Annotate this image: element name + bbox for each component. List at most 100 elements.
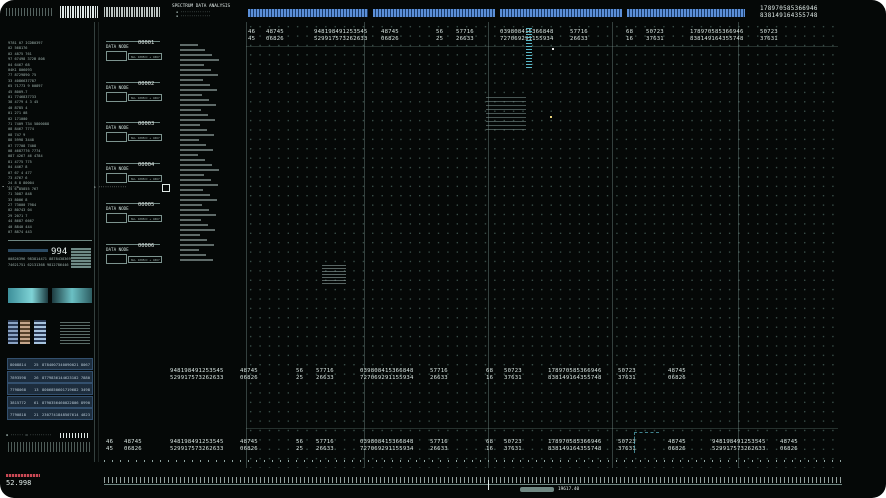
timeline-position: 19617.40 bbox=[558, 487, 580, 492]
status-strip bbox=[8, 249, 48, 252]
list-line: 71 3087 848 bbox=[8, 192, 32, 197]
node-box[interactable] bbox=[106, 172, 127, 183]
table-row[interactable]: 7790818 21 2307741848507614 4823 bbox=[7, 408, 93, 420]
node-box[interactable] bbox=[106, 91, 127, 102]
dot-grid bbox=[246, 22, 838, 468]
panel-divider bbox=[98, 22, 99, 462]
data-cell: 45 bbox=[248, 36, 256, 42]
list-line: 01 7746837733 bbox=[8, 95, 37, 99]
row-divider bbox=[246, 428, 838, 429]
detail-line bbox=[180, 159, 205, 161]
data-cell: 06826 bbox=[668, 375, 686, 381]
node-field[interactable]: NLL 1085CC + 4667 bbox=[128, 215, 162, 222]
node-box[interactable] bbox=[106, 253, 127, 264]
divider bbox=[8, 240, 92, 241]
data-cell: 06826 bbox=[381, 36, 399, 42]
detail-line bbox=[180, 244, 214, 246]
detail-line bbox=[180, 254, 206, 256]
list-line: 38 4779 4 3 45 bbox=[8, 100, 39, 105]
detail-line bbox=[180, 54, 212, 56]
node-field[interactable]: NLL 1085CC + 4667 bbox=[128, 53, 162, 60]
list-line: 40 8785 4 bbox=[8, 105, 28, 110]
data-cell: 48745 bbox=[240, 368, 258, 374]
node-box[interactable] bbox=[106, 132, 127, 142]
list-line: 07 67 4 477 bbox=[8, 170, 32, 175]
list-line: 04 6467 68 bbox=[8, 62, 30, 67]
node-field-text: NLL 1085CC + 4667 bbox=[131, 176, 160, 181]
node-number: 00005 bbox=[138, 202, 155, 208]
alert-bar bbox=[6, 474, 40, 477]
table-row[interactable]: 3815772 61 8790356460022806 8990 bbox=[7, 395, 93, 408]
node-box[interactable] bbox=[106, 51, 127, 61]
node-field[interactable]: NLL 1085CC + 4667 bbox=[128, 134, 162, 141]
data-cell: 529917573262633 bbox=[170, 446, 224, 452]
data-cell: 948198491253545 bbox=[170, 439, 224, 445]
row-code: 61 bbox=[34, 399, 39, 405]
row-code: 25 bbox=[34, 362, 39, 367]
data-cell: 48745 bbox=[266, 29, 284, 35]
node-number: 00006 bbox=[138, 242, 155, 249]
data-cell: 37631 bbox=[504, 446, 522, 452]
data-cell: 529917573262633 bbox=[712, 446, 766, 452]
playhead bbox=[488, 480, 489, 490]
node-label: DATA NODE bbox=[106, 125, 129, 130]
column-divider bbox=[364, 22, 365, 468]
list-line: 73 4767 6 bbox=[8, 176, 28, 180]
data-cell: 26633 bbox=[570, 36, 588, 42]
node-box[interactable] bbox=[106, 213, 127, 223]
table-row[interactable]: 7893598 26 8779836144623102 7880 bbox=[7, 370, 93, 383]
data-cell: 529917573262633 bbox=[170, 375, 224, 381]
table-row[interactable]: 8008814 25 8784007340090021 8067 bbox=[7, 358, 93, 370]
data-cell: 727069291155934 bbox=[360, 375, 414, 381]
list-line: 77 8729890 75 bbox=[8, 73, 37, 78]
data-cell: 838149164355748 bbox=[548, 375, 602, 381]
data-cell: 57716 bbox=[430, 368, 448, 374]
data-cell: 37631 bbox=[504, 375, 522, 381]
data-cell: 50723 bbox=[504, 439, 522, 445]
detail-line bbox=[180, 79, 203, 81]
row-value: 8779836144623102 7880 bbox=[42, 374, 91, 380]
list-line: 88 5998 3448 bbox=[8, 138, 34, 143]
list-line: 08 4687776 7774 bbox=[8, 149, 41, 153]
data-cell: 948198491253545 bbox=[170, 368, 224, 374]
node-label: DATA NODE bbox=[106, 165, 129, 171]
data-cell: 06826 bbox=[124, 446, 142, 452]
data-cell: 26633 bbox=[430, 375, 448, 381]
table-row[interactable]: 7798068 13 8006850601719682 3498 bbox=[7, 383, 93, 395]
node-field-text: NLL 1085CC + 4667 bbox=[131, 55, 160, 59]
data-cell: 68 bbox=[486, 368, 494, 374]
detail-line bbox=[180, 94, 202, 96]
detail-line bbox=[180, 229, 215, 231]
node-field[interactable]: NLL 1085CC + 4667 bbox=[128, 174, 162, 182]
data-cell: 37631 bbox=[646, 36, 664, 42]
node-field[interactable]: NLL 1085CC + 4667 bbox=[128, 255, 162, 263]
data-cell: 56 bbox=[436, 29, 444, 35]
row-value: 8006850601719682 3498 bbox=[42, 387, 91, 392]
list-line: 087 4267 46 4784 bbox=[8, 154, 43, 159]
signal-point bbox=[552, 48, 554, 50]
list-line: 81 4775 775 bbox=[8, 159, 32, 164]
row-code: 13 bbox=[34, 387, 39, 392]
tick-strip bbox=[8, 442, 92, 452]
list-line: 08 8467 7774 bbox=[8, 127, 34, 132]
detail-line bbox=[180, 174, 204, 176]
column-divider bbox=[246, 22, 247, 468]
detail-line bbox=[180, 169, 219, 171]
node-field[interactable]: NLL 1085CC + 4667 bbox=[128, 93, 162, 101]
spectrum-bar bbox=[500, 9, 622, 17]
page-title: SPECTRUM DATA ANALYSIS bbox=[172, 4, 231, 9]
column-divider bbox=[612, 22, 613, 468]
list-line: 08 747 9 bbox=[8, 132, 26, 137]
row-value: 2307741848507614 4823 bbox=[42, 412, 91, 417]
detail-line bbox=[180, 214, 216, 216]
row-id: 3815772 bbox=[10, 399, 27, 405]
data-cell: 06826 bbox=[668, 446, 686, 452]
list-line: 97 67498 372B 808 bbox=[8, 57, 45, 62]
scrub-handle[interactable] bbox=[520, 487, 554, 492]
data-cell: 06826 bbox=[240, 446, 258, 452]
node-number: 00001 bbox=[138, 40, 155, 46]
ruler-baseline bbox=[104, 484, 842, 485]
list-line: 07 8874 443 bbox=[8, 230, 32, 234]
list-line: 44 8687 6667 bbox=[8, 219, 34, 224]
timeline-ruler[interactable] bbox=[104, 477, 842, 483]
